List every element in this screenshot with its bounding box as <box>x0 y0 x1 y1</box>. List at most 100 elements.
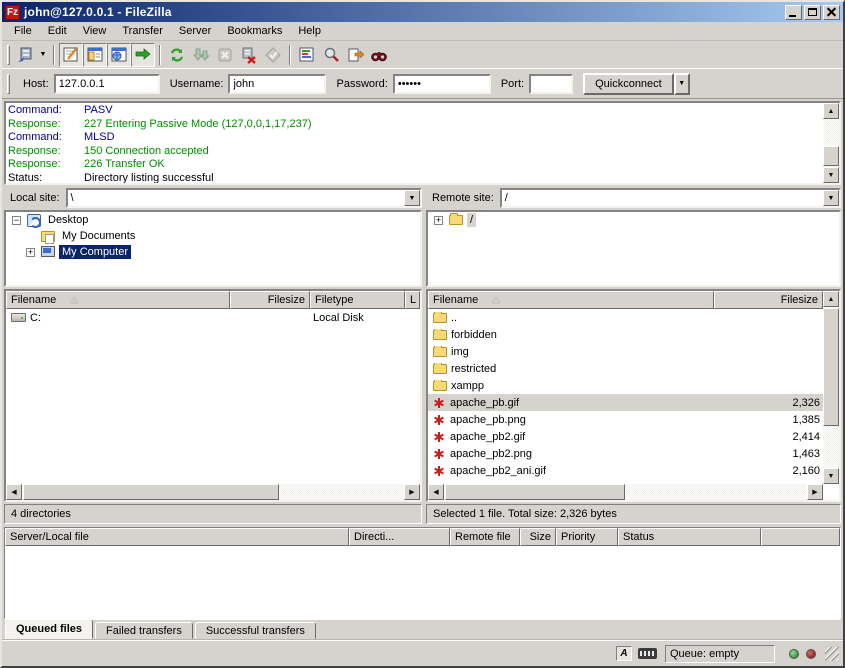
remote-row[interactable]: apache_pb.png1,385 <box>428 411 823 428</box>
scroll-up-icon[interactable]: ▲ <box>823 291 839 307</box>
column-filename[interactable]: Filename <box>6 291 230 309</box>
tab-failed-transfers[interactable]: Failed transfers <box>95 622 193 639</box>
directory-comparison-button[interactable] <box>343 43 367 67</box>
expand-icon[interactable]: + <box>434 216 443 225</box>
toolbar-separator <box>289 45 291 65</box>
toggle-local-tree-button[interactable] <box>83 43 107 67</box>
password-input[interactable] <box>393 74 491 94</box>
remote-row[interactable]: restricted <box>428 360 823 377</box>
local-hscrollbar[interactable]: ◀ ▶ <box>6 484 420 500</box>
column-filesize[interactable]: Filesize <box>230 291 310 309</box>
menu-server[interactable]: Server <box>171 23 219 39</box>
username-input[interactable] <box>228 74 326 94</box>
local-hscroll-thumb[interactable] <box>23 484 279 500</box>
file-search-button[interactable] <box>319 43 343 67</box>
remote-row-selected[interactable]: apache_pb.gif2,326 <box>428 394 823 411</box>
reconnect-button[interactable] <box>261 43 285 67</box>
quickconnect-dropdown[interactable]: ▼ <box>674 73 690 95</box>
remote-vscroll-thumb[interactable] <box>823 308 839 426</box>
scroll-right-icon[interactable]: ▶ <box>404 484 420 500</box>
tree-item-my-computer[interactable]: + My Computer <box>6 244 420 260</box>
local-site-combo[interactable]: \ ▼ <box>66 188 422 208</box>
menu-help[interactable]: Help <box>290 23 329 39</box>
site-manager-icon <box>16 46 34 64</box>
tab-successful-transfers[interactable]: Successful transfers <box>195 622 316 639</box>
column-size[interactable]: Size <box>520 528 556 546</box>
tree-item-root[interactable]: + / <box>428 212 839 228</box>
remote-site-combo[interactable]: / ▼ <box>500 188 841 208</box>
filter-button[interactable] <box>295 43 319 67</box>
resize-grip-icon[interactable] <box>825 647 839 661</box>
column-status[interactable]: Status <box>618 528 761 546</box>
remote-row[interactable]: apache_pb2.gif2,414 <box>428 428 823 445</box>
remote-status-bar: Selected 1 file. Total size: 2,326 bytes <box>426 504 841 524</box>
queue-status-panel: Queue: empty <box>665 645 775 663</box>
column-filename[interactable]: Filename <box>428 291 714 309</box>
expand-icon[interactable]: + <box>26 248 35 257</box>
remote-row[interactable]: img <box>428 343 823 360</box>
scroll-down-icon[interactable]: ▼ <box>823 468 839 484</box>
host-input[interactable] <box>54 74 160 94</box>
scroll-up-icon[interactable]: ▲ <box>823 103 839 119</box>
log-scrollbar[interactable]: ▲ ▼ <box>823 103 839 183</box>
refresh-button[interactable] <box>165 43 189 67</box>
log-scroll-thumb[interactable] <box>823 146 839 166</box>
column-server-local-file[interactable]: Server/Local file <box>5 528 349 546</box>
transfer-queue-icon <box>134 46 152 64</box>
remote-tree: + / <box>426 210 841 287</box>
scroll-down-icon[interactable]: ▼ <box>823 167 839 183</box>
maximize-button[interactable] <box>804 5 821 20</box>
menu-transfer[interactable]: Transfer <box>114 23 171 39</box>
disconnect-button[interactable] <box>237 43 261 67</box>
column-remote-file[interactable]: Remote file <box>450 528 520 546</box>
site-manager-button[interactable] <box>13 43 37 67</box>
minimize-button[interactable] <box>785 5 802 20</box>
scroll-left-icon[interactable]: ◀ <box>428 484 444 500</box>
close-button[interactable] <box>823 5 840 20</box>
remote-row[interactable]: xampp <box>428 377 823 394</box>
scroll-left-icon[interactable]: ◀ <box>6 484 22 500</box>
menu-file[interactable]: File <box>6 23 40 39</box>
collapse-icon[interactable]: − <box>12 216 21 225</box>
column-filesize[interactable]: Filesize <box>714 291 823 309</box>
menu-bookmarks[interactable]: Bookmarks <box>219 23 290 39</box>
remote-row[interactable]: forbidden <box>428 326 823 343</box>
toggle-transfer-queue-button[interactable] <box>131 43 155 67</box>
remote-tree-icon <box>110 46 128 64</box>
cancel-button[interactable] <box>213 43 237 67</box>
queue-body <box>5 546 840 620</box>
local-tree: − Desktop My Documents + My Computer <box>4 210 422 287</box>
remote-vscrollbar[interactable]: ▲ ▼ <box>823 291 839 484</box>
remote-row[interactable]: .. <box>428 309 823 326</box>
tab-queued-files[interactable]: Queued files <box>5 619 93 639</box>
activity-led-red <box>806 649 816 659</box>
column-filetype[interactable]: Filetype <box>310 291 405 309</box>
synchronized-browsing-button[interactable] <box>367 43 391 67</box>
menu-bar: File Edit View Transfer Server Bookmarks… <box>2 22 843 41</box>
column-priority[interactable]: Priority <box>556 528 618 546</box>
remote-hscroll-thumb[interactable] <box>445 484 625 500</box>
local-row-c-drive[interactable]: C: Local Disk <box>6 309 420 326</box>
column-direction[interactable]: Directi... <box>349 528 450 546</box>
remote-row[interactable]: apache_pb2_ani.gif2,160 <box>428 462 823 479</box>
file-search-icon <box>322 46 340 64</box>
process-queue-button[interactable] <box>189 43 213 67</box>
local-site-dropdown[interactable]: ▼ <box>404 190 420 206</box>
remote-row[interactable]: apache_pb2.png1,463 <box>428 445 823 462</box>
tree-item-my-documents[interactable]: My Documents <box>6 228 420 244</box>
toggle-remote-tree-button[interactable] <box>107 43 131 67</box>
column-last-modified[interactable]: L <box>405 291 420 309</box>
folder-icon <box>433 364 447 374</box>
site-manager-dropdown[interactable]: ▼ <box>37 43 49 67</box>
quickbar-grip <box>7 74 10 94</box>
menu-edit[interactable]: Edit <box>40 23 75 39</box>
quickconnect-button[interactable]: Quickconnect <box>583 73 674 95</box>
tree-item-desktop[interactable]: − Desktop <box>6 212 420 228</box>
remote-site-dropdown[interactable]: ▼ <box>823 190 839 206</box>
menu-view[interactable]: View <box>75 23 115 39</box>
maximize-icon <box>808 8 817 16</box>
remote-hscrollbar[interactable]: ◀ ▶ <box>428 484 823 500</box>
port-input[interactable] <box>529 74 573 94</box>
scroll-right-icon[interactable]: ▶ <box>807 484 823 500</box>
toggle-message-log-button[interactable] <box>59 43 83 67</box>
